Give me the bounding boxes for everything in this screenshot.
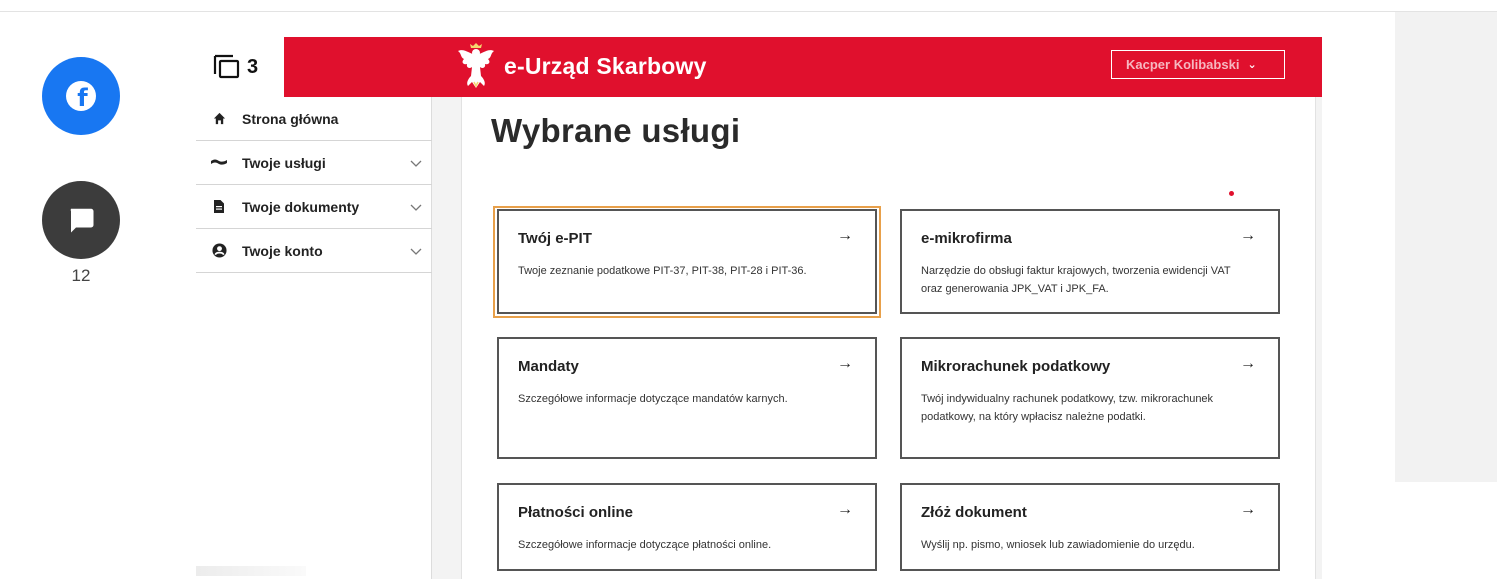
tile-description: Twój indywidualny rachunek podatkowy, tz… <box>921 393 1214 423</box>
sidebar-item-label: Twoje konto <box>242 242 323 259</box>
polish-eagle-icon <box>458 43 494 88</box>
chevron-down-icon <box>410 199 422 217</box>
services-icon <box>210 154 228 172</box>
gallery-counter[interactable]: 3 <box>196 37 284 97</box>
user-name: Kacper Kolibabski <box>1126 57 1240 72</box>
tile-title: e-mikrofirma <box>921 230 1012 247</box>
sidebar-item-label: Strona główna <box>242 110 339 127</box>
service-tile-zloz-dokument[interactable]: Złóż dokument → Wyślij np. pismo, wniose… <box>900 483 1280 571</box>
arrow-right-icon: → <box>837 501 853 518</box>
tile-title: Mikrorachunek podatkowy <box>921 358 1111 375</box>
arrow-right-icon: → <box>1240 355 1256 372</box>
tile-title: Płatności online <box>518 504 634 521</box>
facebook-icon: f <box>66 81 96 112</box>
top-divider <box>0 11 1497 12</box>
sidebar-item-account[interactable]: Twoje konto <box>196 229 432 273</box>
sidebar-item-services[interactable]: Twoje usługi <box>196 141 432 185</box>
right-side-panel <box>1395 12 1497 482</box>
arrow-right-icon: → <box>837 355 853 372</box>
tile-description: Szczegółowe informacje dotyczące płatnoś… <box>518 539 772 551</box>
service-tile-emikrofirma[interactable]: e-mikrofirma → Narzędzie do obsługi fakt… <box>900 209 1280 314</box>
gallery-count: 3 <box>247 55 259 78</box>
comment-icon <box>70 208 94 233</box>
tile-description: Wyślij np. pismo, wniosek lub zawiadomie… <box>921 539 1195 551</box>
tile-title: Złóż dokument <box>921 504 1027 521</box>
chevron-down-icon: ⌄ <box>1247 59 1257 71</box>
sidebar-item-label: Twoje dokumenty <box>242 198 360 215</box>
sidebar-item-home[interactable]: Strona główna <box>196 97 432 141</box>
comment-count: 12 <box>71 266 91 285</box>
arrow-right-icon: → <box>1240 227 1256 244</box>
service-tile-epit[interactable]: Twój e-PIT → Twoje zeznanie podatkowe PI… <box>497 209 877 314</box>
service-tile-mandaty[interactable]: Mandaty → Szczegółowe informacje dotyczą… <box>497 337 877 459</box>
arrow-right-icon: → <box>837 227 853 244</box>
notification-dot <box>1229 191 1234 196</box>
sidebar-item-label: Twoje usługi <box>242 154 326 171</box>
user-icon <box>210 242 228 260</box>
sidebar-item-documents[interactable]: Twoje dokumenty <box>196 185 432 229</box>
page-title: Wybrane usługi <box>491 112 741 149</box>
comments-button[interactable] <box>42 181 120 259</box>
app-title: e-Urząd Skarbowy <box>504 52 707 79</box>
chevron-down-icon <box>410 243 422 261</box>
arrow-right-icon: → <box>1240 501 1256 518</box>
chevron-down-icon <box>410 155 422 173</box>
tile-title: Mandaty <box>518 358 579 375</box>
facebook-share-button[interactable]: f <box>42 57 120 135</box>
tile-description: Narzędzie do obsługi faktur krajowych, t… <box>921 265 1231 295</box>
service-tile-platnosci[interactable]: Płatności online → Szczegółowe informacj… <box>497 483 877 571</box>
user-menu-button[interactable]: Kacper Kolibabski ⌄ <box>1111 50 1285 79</box>
tile-title: Twój e-PIT <box>518 230 592 247</box>
document-icon <box>210 198 228 216</box>
tile-description: Twoje zeznanie podatkowe PIT-37, PIT-38,… <box>518 265 807 277</box>
gallery-icon <box>213 54 240 79</box>
home-icon <box>210 110 228 128</box>
sidebar-footer-fade <box>196 566 306 576</box>
tile-description: Szczegółowe informacje dotyczące mandató… <box>518 393 788 405</box>
app-logo[interactable]: e-Urząd Skarbowy <box>456 42 707 90</box>
sidebar-nav: Strona główna Twoje usługi Twoje dokumen… <box>196 97 432 579</box>
service-tile-mikrorachunek[interactable]: Mikrorachunek podatkowy → Twój indywidua… <box>900 337 1280 459</box>
